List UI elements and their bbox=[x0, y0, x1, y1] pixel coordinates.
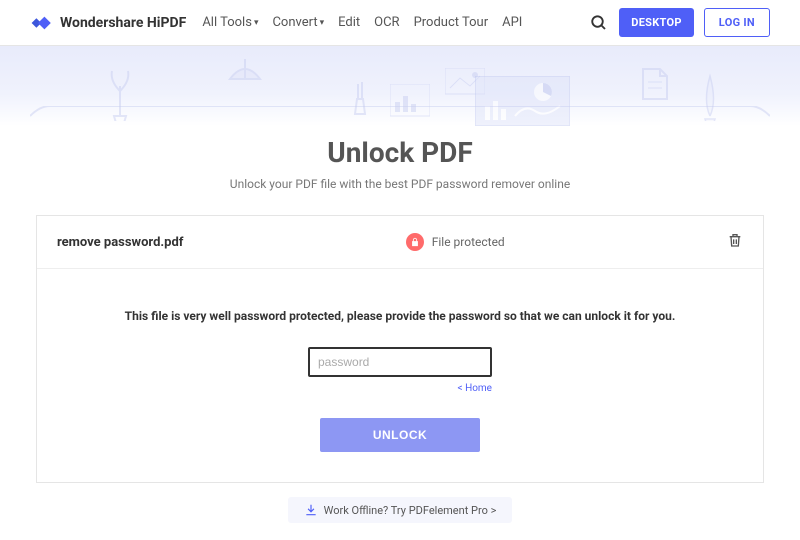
instruction-text: This file is very well password protecte… bbox=[87, 309, 713, 323]
header: Wondershare HiPDF All Tools▾ Convert▾ Ed… bbox=[0, 0, 800, 46]
lock-icon bbox=[406, 233, 424, 251]
search-icon bbox=[590, 14, 608, 32]
page-subtitle: Unlock your PDF file with the best PDF p… bbox=[0, 177, 800, 191]
nav-ocr[interactable]: OCR bbox=[374, 15, 399, 30]
main-content: Unlock PDF Unlock your PDF file with the… bbox=[0, 126, 800, 523]
desktop-button[interactable]: DESKTOP bbox=[619, 8, 694, 37]
file-status: File protected bbox=[432, 235, 505, 249]
delete-button[interactable] bbox=[727, 232, 743, 252]
file-status-wrap: File protected bbox=[183, 233, 727, 251]
login-button[interactable]: LOG IN bbox=[704, 8, 770, 37]
chevron-down-icon: ▾ bbox=[320, 18, 325, 28]
card-header: remove password.pdf File protected bbox=[37, 216, 763, 269]
header-actions: DESKTOP LOG IN bbox=[589, 8, 770, 37]
nav-edit[interactable]: Edit bbox=[338, 15, 360, 30]
document-icon bbox=[640, 66, 670, 102]
main-nav: All Tools▾ Convert▾ Edit OCR Product Tou… bbox=[202, 15, 583, 30]
lamp-icon bbox=[220, 54, 270, 94]
offline-promo[interactable]: Work Offline? Try PDFelement Pro > bbox=[288, 497, 513, 523]
search-button[interactable] bbox=[589, 13, 609, 33]
logo-icon bbox=[30, 14, 54, 32]
page-title: Unlock PDF bbox=[0, 136, 800, 169]
shelf-line-icon bbox=[30, 106, 770, 126]
password-input[interactable] bbox=[308, 347, 492, 377]
hero-banner bbox=[0, 46, 800, 126]
nav-all-tools[interactable]: All Tools▾ bbox=[202, 15, 258, 30]
download-icon bbox=[304, 503, 318, 517]
file-name: remove password.pdf bbox=[57, 235, 183, 250]
nav-api[interactable]: API bbox=[502, 15, 522, 30]
file-card: remove password.pdf File protected This … bbox=[36, 215, 764, 483]
logo[interactable]: Wondershare HiPDF bbox=[30, 14, 186, 32]
unlock-button[interactable]: UNLOCK bbox=[320, 418, 480, 452]
trash-icon bbox=[727, 232, 743, 248]
nav-product-tour[interactable]: Product Tour bbox=[414, 15, 489, 30]
home-link[interactable]: < Home bbox=[308, 383, 492, 394]
card-body: This file is very well password protecte… bbox=[37, 269, 763, 482]
promo-text: Work Offline? Try PDFelement Pro > bbox=[324, 504, 497, 517]
brand-text: Wondershare HiPDF bbox=[60, 15, 186, 31]
chevron-down-icon: ▾ bbox=[254, 18, 259, 28]
nav-convert[interactable]: Convert▾ bbox=[272, 15, 324, 30]
